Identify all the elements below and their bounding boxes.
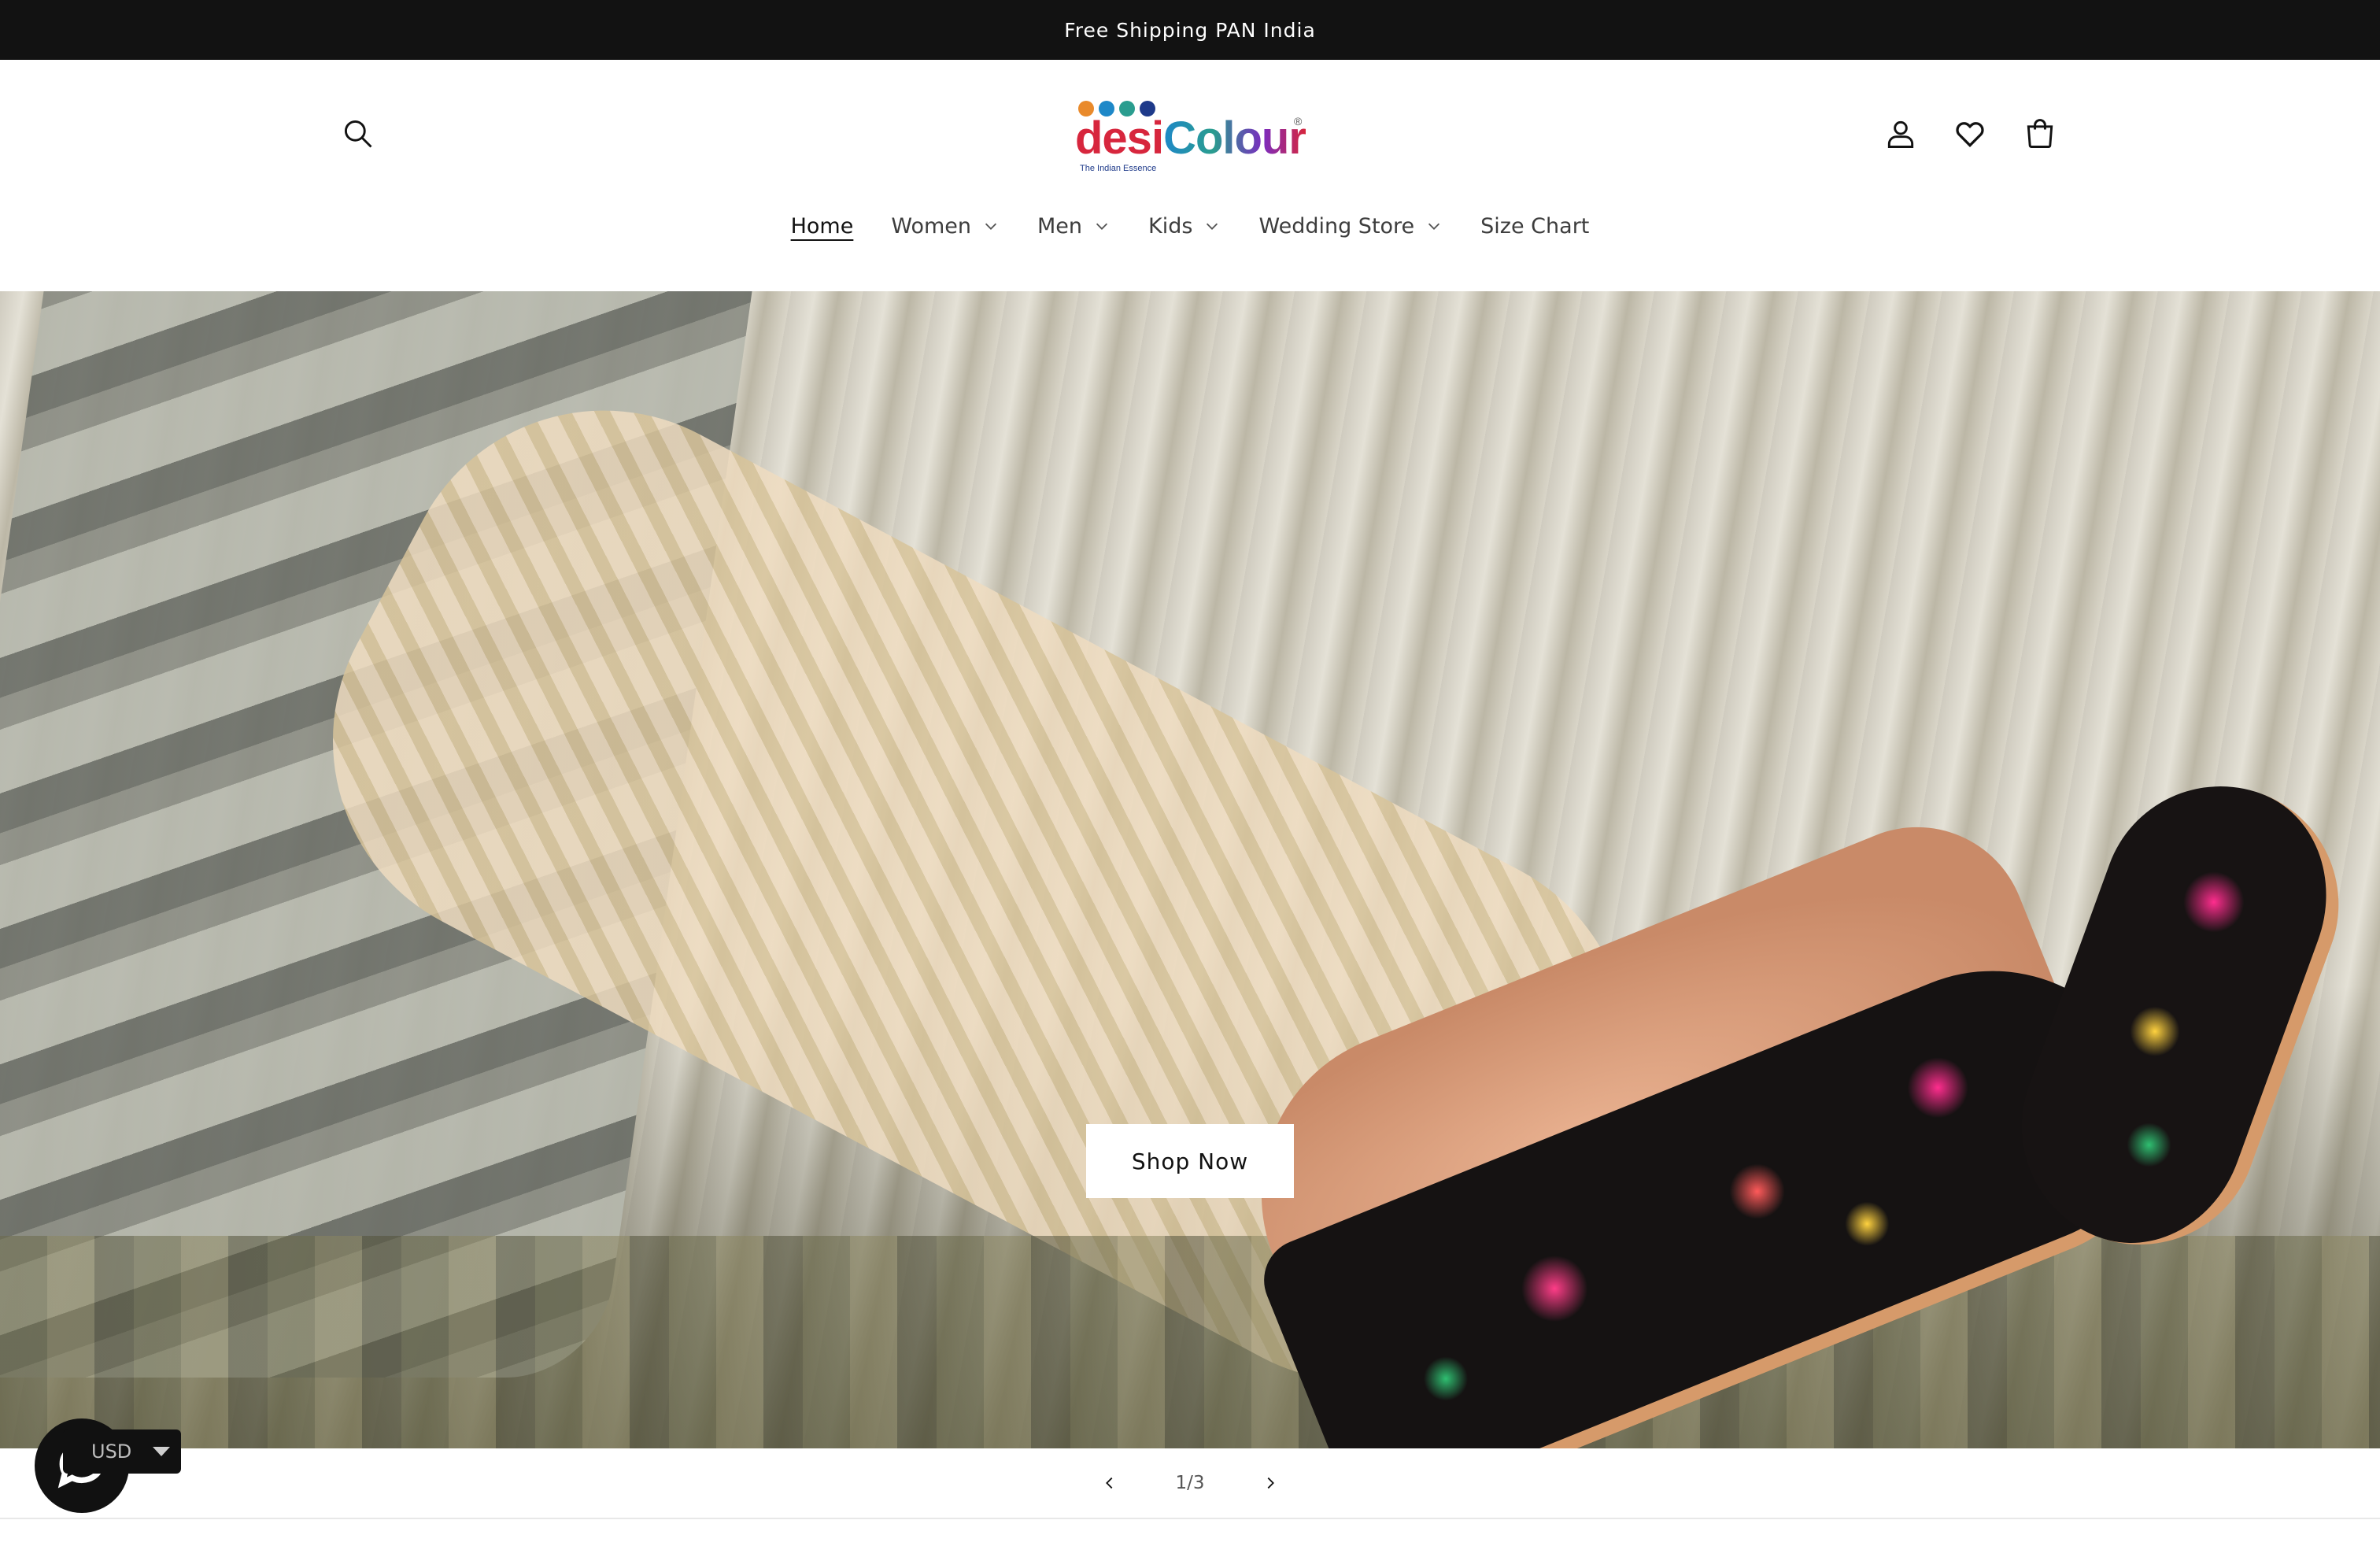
slide-next-button[interactable]	[1245, 1458, 1295, 1508]
chevron-down-icon	[1207, 223, 1218, 230]
nav-item-label: Wedding Store	[1258, 213, 1415, 239]
nav-item-label: Men	[1037, 213, 1083, 239]
nav-item-label: Size Chart	[1480, 213, 1590, 239]
logo-registered-mark: ®	[1294, 115, 1303, 128]
nav-item-label: Women	[891, 213, 972, 239]
slide-counter: 1/3	[1175, 1473, 1205, 1493]
currency-selector[interactable]: USD	[63, 1429, 181, 1474]
chevron-down-icon	[985, 223, 997, 230]
chevron-down-icon	[1096, 223, 1108, 230]
slider-controls: 1/3	[0, 1448, 2380, 1518]
heart-icon	[1956, 122, 1984, 148]
nav-item-men[interactable]: Men	[1018, 206, 1129, 246]
chevron-left-icon	[1106, 1477, 1113, 1489]
account-icon	[1887, 120, 1914, 148]
shop-now-button[interactable]: Shop Now	[1086, 1124, 1294, 1198]
hero-slideshow: Shop Now	[0, 291, 2380, 1448]
announcement-text: Free Shipping PAN India	[1064, 18, 1316, 42]
main-navigation: Home Women Men Kids Wedding Store Size C…	[0, 206, 2380, 246]
nav-item-women[interactable]: Women	[872, 206, 1018, 246]
search-button[interactable]	[333, 109, 383, 159]
nav-item-home[interactable]: Home	[772, 206, 873, 246]
logo-wordmark: desiColour	[1075, 113, 1306, 164]
site-logo[interactable]: desiColour ® The Indian Essence	[1074, 98, 1310, 173]
nav-item-label: Kids	[1148, 213, 1193, 239]
cart-button[interactable]	[2015, 109, 2065, 159]
cart-icon	[2027, 119, 2053, 148]
currency-code: USD	[91, 1441, 132, 1463]
logo-tagline: The Indian Essence	[1080, 164, 1157, 173]
nav-item-size-chart[interactable]: Size Chart	[1462, 206, 1608, 246]
chevron-right-icon	[1267, 1477, 1274, 1489]
nav-item-label: Home	[790, 213, 854, 239]
site-header: desiColour ® The Indian Essence Home Wom…	[0, 60, 2380, 291]
wishlist-button[interactable]	[1945, 109, 1995, 159]
chevron-down-icon	[1428, 223, 1440, 230]
caret-down-icon	[153, 1447, 170, 1456]
section-divider	[0, 1518, 2380, 1519]
slide-prev-button[interactable]	[1085, 1458, 1135, 1508]
announcement-bar: Free Shipping PAN India	[0, 0, 2380, 60]
nav-item-wedding-store[interactable]: Wedding Store	[1240, 206, 1462, 246]
account-button[interactable]	[1876, 109, 1926, 159]
search-icon	[344, 120, 372, 148]
nav-item-kids[interactable]: Kids	[1129, 206, 1240, 246]
